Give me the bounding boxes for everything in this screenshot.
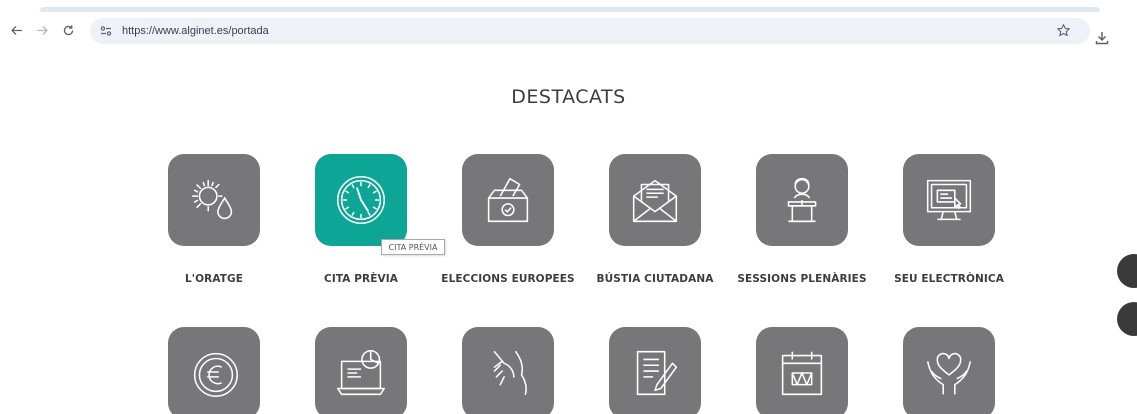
tile-row2-2[interactable] <box>315 327 407 414</box>
tile-label-sessions-plenaries[interactable]: SESSIONS PLENÀRIES <box>727 273 877 285</box>
hands-heart-icon <box>926 352 972 395</box>
laptop-chart-icon <box>336 349 386 396</box>
tile-eleccions-europees[interactable] <box>462 154 554 246</box>
tile-seu-electronica[interactable] <box>903 154 995 246</box>
tooltip-cita-previa: CITA PRÈVIA <box>381 239 445 255</box>
tile-sessions-plenaries[interactable] <box>756 154 848 246</box>
speaker-podium-icon <box>787 177 817 223</box>
floating-side-button-1[interactable] <box>1117 254 1137 288</box>
calendar-drum-icon <box>781 351 823 396</box>
address-bar[interactable]: https://www.alginet.es/portada <box>90 18 1090 44</box>
back-icon[interactable] <box>6 20 26 40</box>
tile-row2-5[interactable] <box>756 327 848 414</box>
tile-bustia-ciutadana[interactable] <box>609 154 701 246</box>
site-settings-icon[interactable] <box>98 23 114 39</box>
reload-icon[interactable] <box>58 20 78 40</box>
euro-coin-icon <box>193 352 239 398</box>
envelope-icon <box>632 179 678 223</box>
forward-icon[interactable] <box>32 20 52 40</box>
tile-label-bustia-ciutadana[interactable]: BÚSTIA CIUTADANA <box>580 273 730 285</box>
tile-loratge[interactable] <box>168 154 260 246</box>
weather-icon <box>191 179 233 220</box>
page-content: DESTACATS L'ORATGE CITA PRÈVIA ELECCIONS… <box>0 48 1137 414</box>
computer-icon <box>926 179 972 221</box>
tile-row2-1[interactable] <box>168 327 260 414</box>
url-text[interactable]: https://www.alginet.es/portada <box>122 25 269 37</box>
floating-side-button-2[interactable] <box>1117 302 1137 336</box>
tab-strip <box>0 0 1137 12</box>
tile-label-seu-electronica[interactable]: SEU ELECTRÒNICA <box>874 273 1024 285</box>
document-pen-icon <box>636 350 678 396</box>
tile-label-cita-previa[interactable]: CITA PRÈVIA <box>286 273 436 285</box>
tile-label-loratge[interactable]: L'ORATGE <box>139 273 289 285</box>
star-icon[interactable] <box>1056 23 1072 39</box>
tile-row2-3[interactable] <box>462 327 554 414</box>
tile-row2-4[interactable] <box>609 327 701 414</box>
tile-row2-6[interactable] <box>903 327 995 414</box>
download-icon[interactable] <box>1094 30 1112 48</box>
tile-label-eleccions-europees[interactable]: ELECCIONS EUROPEES <box>433 273 583 285</box>
section-title: DESTACATS <box>511 86 626 108</box>
clock-icon <box>336 175 386 225</box>
tile-cita-previa[interactable] <box>315 154 407 246</box>
browser-toolbar: https://www.alginet.es/portada <box>0 12 1137 48</box>
handshake-icon <box>493 350 527 396</box>
ballot-box-icon <box>487 177 529 223</box>
